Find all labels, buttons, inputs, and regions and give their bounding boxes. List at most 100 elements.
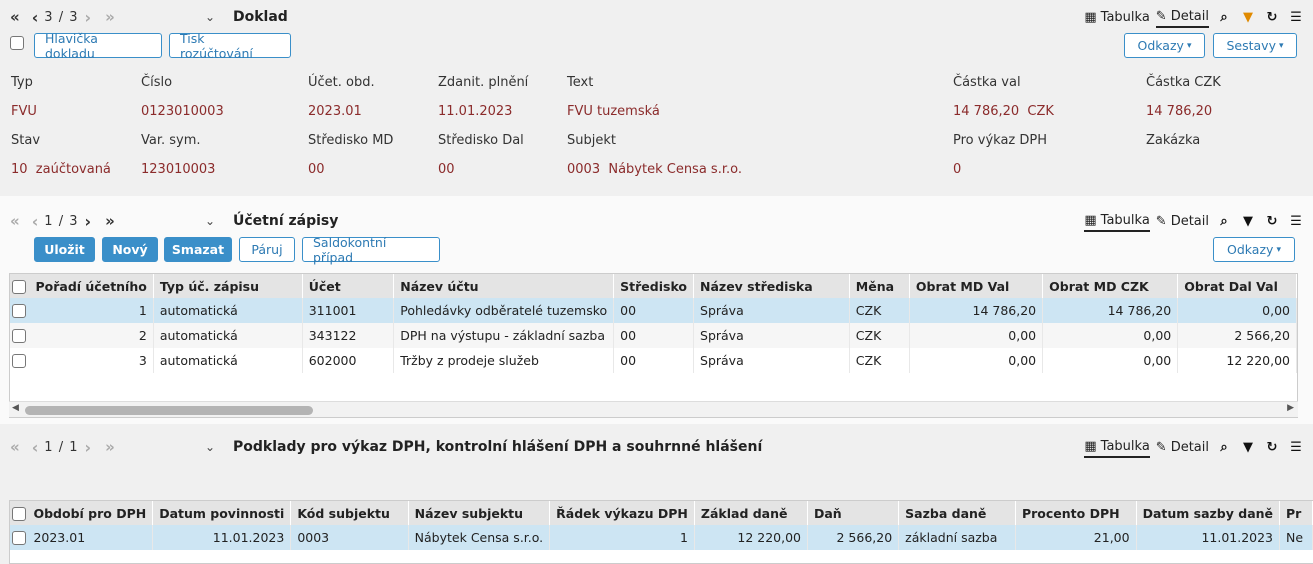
table-cell[interactable]: 343122 xyxy=(302,323,395,348)
table-cell[interactable]: Správa xyxy=(693,323,850,348)
table-cell[interactable]: 0,00 xyxy=(909,348,1044,373)
table-cell[interactable]: Nábytek Censa s.r.o. xyxy=(408,525,551,550)
table-row[interactable]: 3 automatická 602000 Tržby z prodeje slu… xyxy=(10,348,1297,373)
table-cell[interactable]: Pohledávky odběratelé tuzemsko xyxy=(393,298,615,323)
column-header[interactable]: Kód subjektu xyxy=(290,501,409,525)
collapse-chevron-icon[interactable]: ⌄ xyxy=(205,2,215,32)
table-cell[interactable]: 21,00 xyxy=(1015,525,1137,550)
column-header[interactable]: Procento DPH xyxy=(1015,501,1137,525)
reports-dropdown[interactable]: Sestavy ▾ xyxy=(1213,33,1297,58)
tab-table[interactable]: ▦ Tabulka xyxy=(1084,8,1149,27)
search-icon[interactable]: ⌕ xyxy=(1215,10,1233,25)
column-header[interactable]: Účet xyxy=(302,274,395,298)
column-header[interactable]: Název účtu xyxy=(393,274,615,298)
search-icon[interactable]: ⌕ xyxy=(1215,440,1233,455)
table-cell[interactable]: 00 xyxy=(613,298,695,323)
filter-icon[interactable]: ▼ xyxy=(1239,440,1257,455)
table-cell[interactable]: 14 786,20 xyxy=(909,298,1044,323)
collapse-chevron-icon[interactable]: ⌄ xyxy=(205,206,215,236)
menu-icon[interactable]: ☰ xyxy=(1287,10,1305,25)
table-cell[interactable]: 0003 xyxy=(290,525,409,550)
column-header[interactable]: Středisko xyxy=(613,274,695,298)
table-cell[interactable]: 0,00 xyxy=(1177,298,1297,323)
table-cell[interactable]: CZK xyxy=(849,348,910,373)
header-checkbox-cell[interactable] xyxy=(10,501,28,525)
column-header[interactable]: Typ úč. zápisu xyxy=(153,274,303,298)
last-page-icon[interactable]: » xyxy=(105,438,115,456)
save-button[interactable]: Uložit xyxy=(34,237,95,262)
table-cell[interactable]: 2023.01 xyxy=(27,525,154,550)
last-page-icon[interactable]: » xyxy=(105,8,115,26)
table-cell[interactable]: automatická xyxy=(153,298,303,323)
select-all-checkbox[interactable] xyxy=(12,279,26,294)
next-page-icon[interactable]: › xyxy=(84,8,91,27)
table-cell[interactable]: 2 xyxy=(29,323,154,348)
scroll-right-icon[interactable]: ▶ xyxy=(1287,403,1294,413)
column-header[interactable]: Obrat Dal Val xyxy=(1177,274,1297,298)
prev-page-icon[interactable]: ‹ xyxy=(32,212,39,231)
tab-detail[interactable]: ✎ Detail xyxy=(1155,7,1209,28)
select-all-checkbox[interactable] xyxy=(10,36,24,50)
column-header[interactable]: Měna xyxy=(849,274,910,298)
column-header[interactable]: Pořadí účetního xyxy=(29,274,154,298)
refresh-icon[interactable]: ↻ xyxy=(1263,10,1281,25)
next-page-icon[interactable]: › xyxy=(84,212,91,231)
column-header[interactable]: Období pro DPH xyxy=(27,501,154,525)
links-dropdown[interactable]: Odkazy ▾ xyxy=(1124,33,1205,58)
column-header[interactable]: Pr xyxy=(1279,501,1313,525)
tab-detail[interactable]: ✎ Detail xyxy=(1156,438,1209,457)
column-header[interactable]: Název střediska xyxy=(693,274,850,298)
table-cell[interactable]: DPH na výstupu - základní sazba xyxy=(393,323,615,348)
print-button[interactable]: Tisk rozúčtování xyxy=(169,31,291,61)
table-cell[interactable]: 00 xyxy=(613,348,695,373)
column-header[interactable]: Název subjektu xyxy=(408,501,551,525)
first-page-icon[interactable]: « xyxy=(10,438,20,456)
pair-button[interactable]: Páruj xyxy=(239,237,295,262)
table-row[interactable]: 2023.01 11.01.2023 0003 Nábytek Censa s.… xyxy=(10,525,1313,550)
column-header[interactable]: Řádek výkazu DPH xyxy=(549,501,695,525)
saldo-button[interactable]: Saldokontní případ xyxy=(302,235,440,265)
table-cell[interactable]: 0,00 xyxy=(1042,323,1179,348)
table-row[interactable]: 1 automatická 311001 Pohledávky odběrate… xyxy=(10,298,1297,323)
column-header[interactable]: Obrat MD Val xyxy=(909,274,1044,298)
header-button[interactable]: Hlavička dokladu xyxy=(34,31,162,61)
table-cell[interactable]: 11.01.2023 xyxy=(1136,525,1281,550)
table-cell[interactable]: 0,00 xyxy=(1042,348,1179,373)
row-checkbox[interactable] xyxy=(12,304,26,319)
horizontal-scrollbar[interactable]: ◀ ▶ xyxy=(9,401,1298,417)
tab-table[interactable]: ▦ Tabulka xyxy=(1084,211,1150,232)
column-header[interactable]: Daň xyxy=(807,501,900,525)
tab-table[interactable]: ▦ Tabulka xyxy=(1084,437,1150,458)
table-cell[interactable]: 1 xyxy=(29,298,154,323)
table-cell[interactable]: 0,00 xyxy=(909,323,1044,348)
table-cell[interactable]: 12 220,00 xyxy=(1177,348,1297,373)
table-cell[interactable]: 2 566,20 xyxy=(807,525,900,550)
table-cell[interactable]: CZK xyxy=(849,298,910,323)
column-header[interactable]: Základ daně xyxy=(694,501,809,525)
header-checkbox-cell[interactable] xyxy=(10,274,30,298)
table-cell[interactable]: 11.01.2023 xyxy=(152,525,292,550)
delete-button[interactable]: Smazat xyxy=(164,237,232,262)
column-header[interactable]: Datum sazby daně xyxy=(1136,501,1281,525)
table-cell[interactable]: Ne xyxy=(1279,525,1313,550)
table-cell[interactable]: Správa xyxy=(693,348,850,373)
table-cell[interactable]: 00 xyxy=(613,323,695,348)
row-checkbox[interactable] xyxy=(12,354,26,369)
menu-icon[interactable]: ☰ xyxy=(1287,214,1305,229)
table-cell[interactable]: CZK xyxy=(849,323,910,348)
new-button[interactable]: Nový xyxy=(102,237,158,262)
table-cell[interactable]: 14 786,20 xyxy=(1042,298,1179,323)
search-icon[interactable]: ⌕ xyxy=(1215,214,1233,229)
row-checkbox[interactable] xyxy=(12,329,26,344)
first-page-icon[interactable]: « xyxy=(10,8,20,26)
column-header[interactable]: Sazba daně xyxy=(898,501,1016,525)
table-cell[interactable]: automatická xyxy=(153,348,303,373)
links-dropdown[interactable]: Odkazy ▾ xyxy=(1213,237,1295,262)
select-all-checkbox[interactable] xyxy=(12,506,26,521)
table-cell[interactable]: 311001 xyxy=(302,298,395,323)
table-cell[interactable]: 2 566,20 xyxy=(1177,323,1297,348)
table-cell[interactable]: 3 xyxy=(29,348,154,373)
row-checkbox-cell[interactable] xyxy=(10,348,29,373)
last-page-icon[interactable]: » xyxy=(105,212,115,230)
column-header[interactable]: Obrat MD CZK xyxy=(1042,274,1179,298)
